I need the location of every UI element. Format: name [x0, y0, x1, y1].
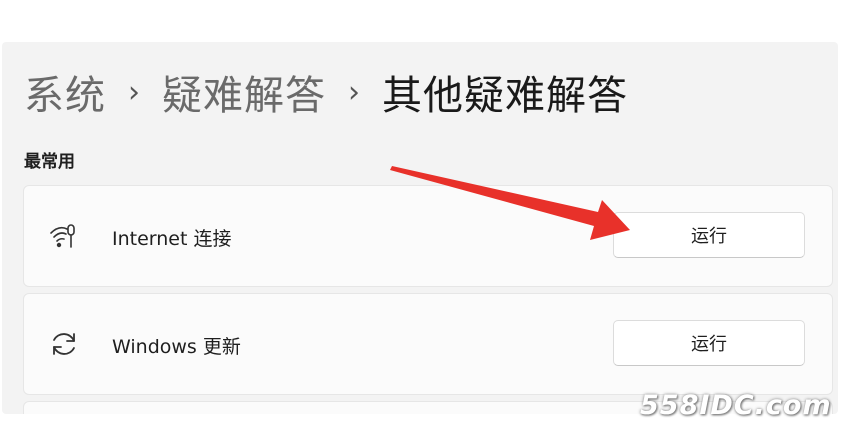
troubleshooter-label: Internet 连接: [112, 228, 232, 250]
settings-panel: 系统 › 疑难解答 › 其他疑难解答 最常用 Internet 连接 运行 Wi…: [2, 42, 838, 414]
troubleshooter-card-windows-update: Windows 更新 运行: [23, 293, 833, 395]
breadcrumb-separator: ›: [348, 74, 360, 110]
run-button-internet[interactable]: 运行: [613, 212, 805, 258]
troubleshooter-label: Windows 更新: [112, 336, 241, 358]
breadcrumb-item-troubleshoot[interactable]: 疑难解答: [162, 63, 326, 121]
section-title-most-used: 最常用: [24, 152, 75, 172]
breadcrumb: 系统 › 疑难解答 › 其他疑难解答: [24, 62, 628, 122]
breadcrumb-separator: ›: [128, 74, 140, 110]
page-title: 其他疑难解答: [382, 73, 628, 119]
run-button-windows-update[interactable]: 运行: [613, 320, 805, 366]
troubleshooter-card-internet: Internet 连接 运行: [23, 185, 833, 287]
watermark: 558IDC.com: [640, 390, 832, 421]
wifi-icon: [50, 224, 75, 248]
sync-icon: [53, 333, 75, 355]
breadcrumb-item-system[interactable]: 系统: [24, 63, 106, 121]
